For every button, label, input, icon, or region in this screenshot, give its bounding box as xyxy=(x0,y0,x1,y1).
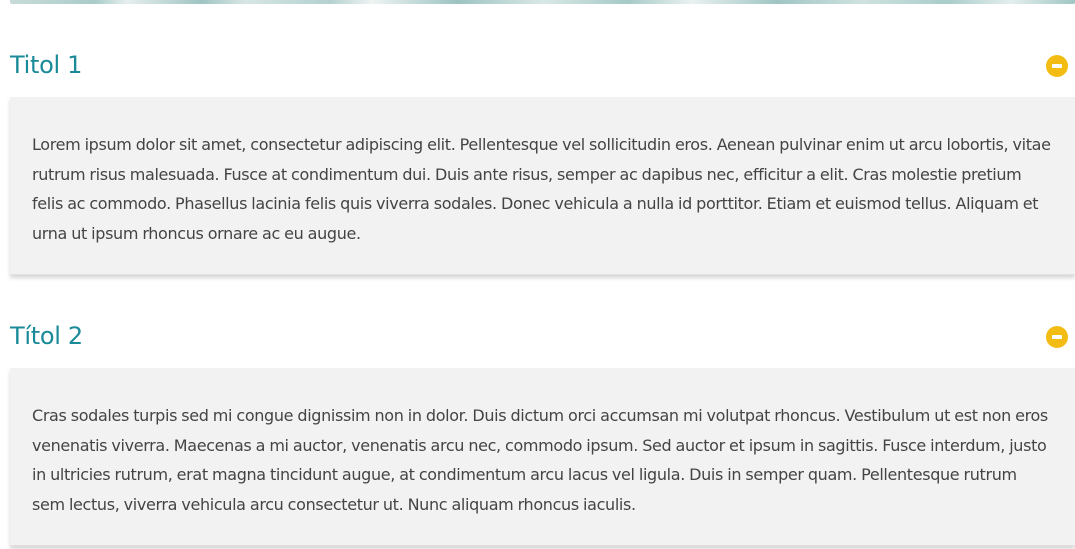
accordion-title-2: Títol 2 xyxy=(10,322,83,350)
accordion-body-1: Lorem ipsum dolor sit amet, consectetur … xyxy=(32,135,1051,243)
header-banner-image xyxy=(10,0,1075,4)
accordion-header-2[interactable]: Títol 2 xyxy=(10,311,1075,368)
accordion-body-2: Cras sodales turpis sed mi congue dignis… xyxy=(32,406,1048,514)
accordion-section-1: Titol 1 Lorem ipsum dolor sit amet, cons… xyxy=(10,40,1075,275)
accordion-panel-2: Cras sodales turpis sed mi congue dignis… xyxy=(10,368,1075,546)
accordion-section-2: Títol 2 Cras sodales turpis sed mi congu… xyxy=(10,311,1075,546)
minus-circle-icon[interactable] xyxy=(1046,55,1068,77)
accordion-title-1: Titol 1 xyxy=(10,51,83,79)
minus-circle-icon[interactable] xyxy=(1046,326,1068,348)
accordion-header-1[interactable]: Titol 1 xyxy=(10,40,1075,97)
accordion-panel-1: Lorem ipsum dolor sit amet, consectetur … xyxy=(10,97,1075,275)
